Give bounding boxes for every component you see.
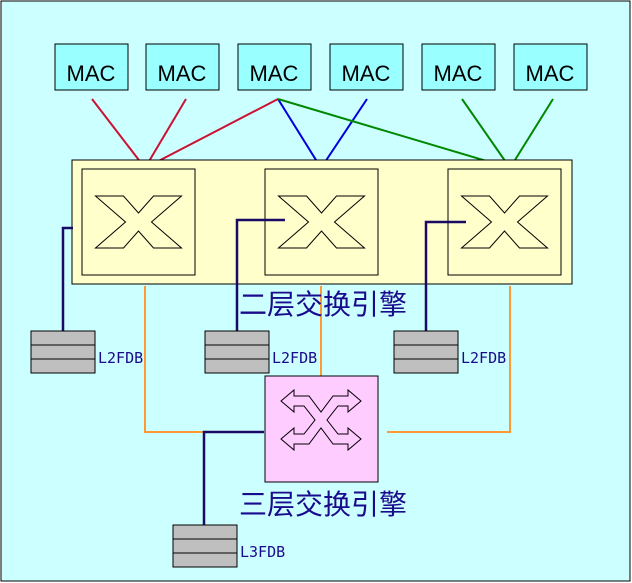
l2-switch-chip	[264, 168, 379, 276]
mac-port: MAC	[237, 43, 312, 91]
l3-engine	[264, 375, 379, 483]
mac-port-label: MAC	[342, 61, 391, 86]
l3fdb-label: L3FDB	[240, 543, 285, 561]
mac-port: MAC	[513, 43, 588, 91]
mac-port: MAC	[329, 43, 404, 91]
mac-port-label: MAC	[250, 61, 299, 86]
l2-switch-chip	[81, 168, 196, 276]
mac-port-label: MAC	[526, 61, 575, 86]
switch-architecture-diagram: MAC MAC MAC MAC MAC MAC 二层交换引擎 L2FDB L2F…	[0, 0, 631, 582]
l2-engine-label: 二层交换引擎	[239, 288, 407, 321]
l2fdb-label: L2FDB	[272, 349, 317, 367]
mac-port-label: MAC	[434, 61, 483, 86]
l3-engine-label: 三层交换引擎	[239, 488, 407, 521]
mac-port: MAC	[421, 43, 496, 91]
l2fdb-label: L2FDB	[461, 349, 506, 367]
diagram-canvas: MAC MAC MAC MAC MAC MAC 二层交换引擎 L2FDB L2F…	[0, 0, 632, 583]
l2fdb-label: L2FDB	[98, 349, 143, 367]
mac-port-label: MAC	[67, 61, 116, 86]
mac-port-label: MAC	[158, 61, 207, 86]
mac-port: MAC	[145, 43, 220, 91]
mac-port: MAC	[54, 43, 129, 91]
